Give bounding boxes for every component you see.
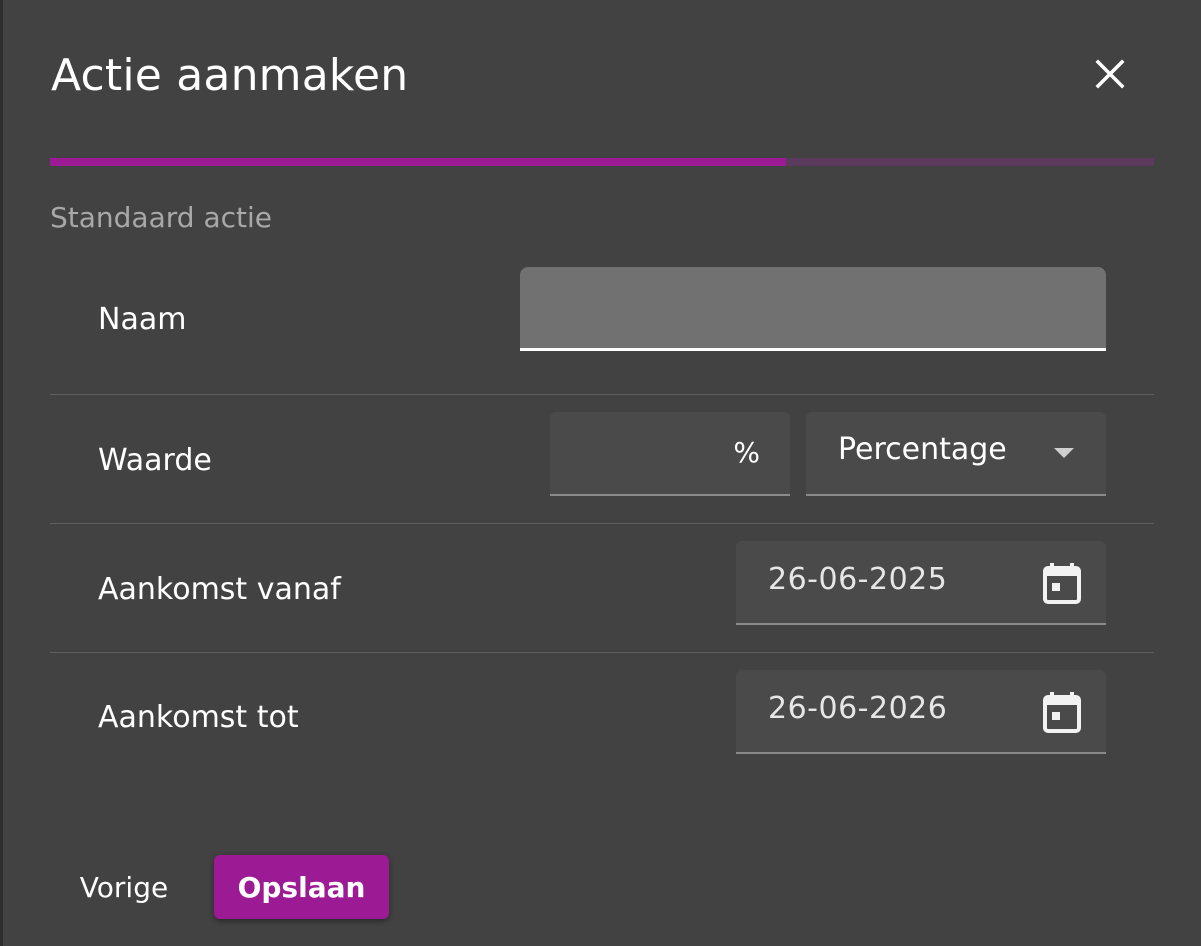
step-progress-fill — [50, 158, 787, 166]
row-divider — [50, 394, 1154, 395]
waarde-type-value: Percentage — [838, 432, 1007, 467]
waarde-type-select[interactable]: Percentage — [806, 412, 1106, 496]
row-divider — [50, 523, 1154, 524]
naam-input[interactable] — [520, 267, 1106, 351]
aankomst-vanaf-value: 26-06-2025 — [768, 562, 948, 597]
save-button[interactable]: Opslaan — [214, 855, 389, 919]
row-divider — [50, 652, 1154, 653]
aankomst-vanaf-input[interactable]: 26-06-2025 — [736, 541, 1106, 625]
dialog-title: Actie aanmaken — [51, 50, 409, 101]
aankomst-tot-value: 26-06-2026 — [768, 691, 948, 726]
step-progress-bar — [50, 158, 1154, 166]
close-button[interactable] — [1088, 52, 1132, 96]
step-subtitle: Standaard actie — [50, 201, 272, 234]
calendar-icon[interactable] — [1042, 690, 1082, 734]
aankomst-vanaf-label: Aankomst vanaf — [98, 572, 341, 607]
percent-suffix: % — [733, 436, 760, 469]
calendar-icon[interactable] — [1042, 561, 1082, 605]
dropdown-arrow-icon — [1054, 448, 1074, 458]
create-action-dialog: Actie aanmaken Standaard actie Naam Waar… — [3, 0, 1201, 946]
waarde-label: Waarde — [98, 443, 212, 478]
naam-label: Naam — [98, 302, 187, 337]
waarde-input[interactable]: % — [550, 412, 790, 496]
previous-button[interactable]: Vorige — [65, 858, 183, 916]
close-icon — [1095, 59, 1125, 89]
aankomst-tot-input[interactable]: 26-06-2026 — [736, 670, 1106, 754]
aankomst-tot-label: Aankomst tot — [98, 700, 299, 735]
